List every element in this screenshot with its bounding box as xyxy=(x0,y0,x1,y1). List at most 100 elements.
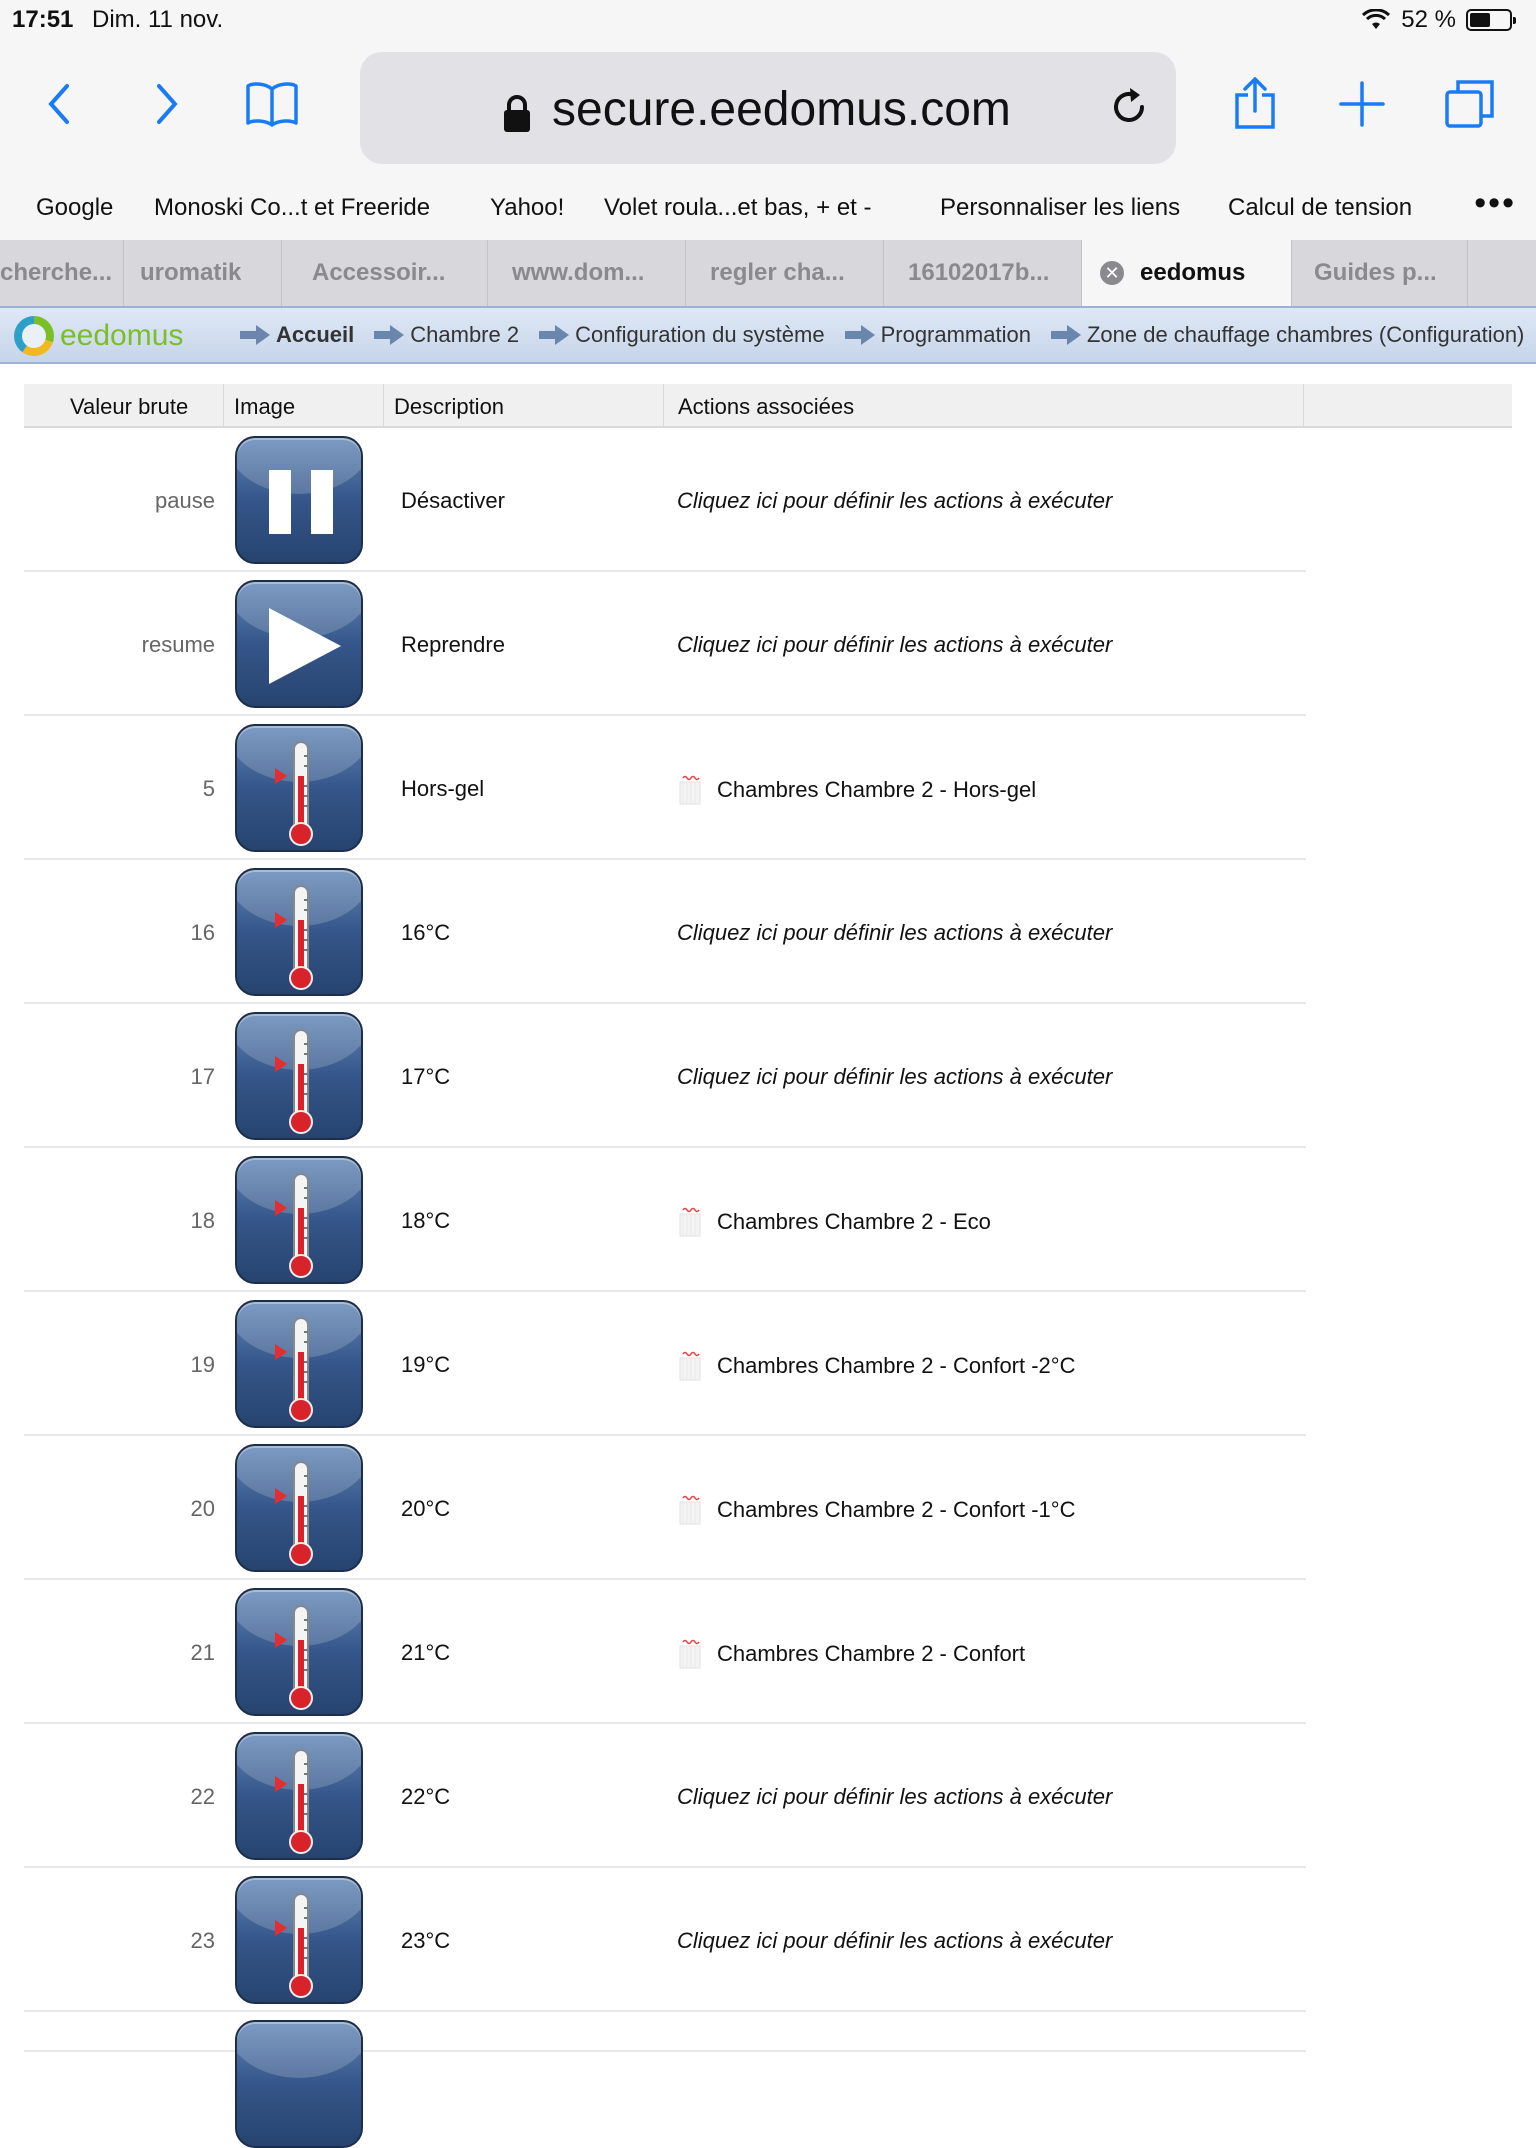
linked-action[interactable]: Chambres Chambre 2 - Hors-gel xyxy=(677,774,1306,806)
image-cell xyxy=(223,1004,383,1146)
eedomus-logo[interactable]: eedomus xyxy=(14,316,183,356)
tabs-overview-button[interactable] xyxy=(1440,74,1500,134)
raw-value: 21 xyxy=(190,1640,215,1665)
breadcrumb-accueil[interactable]: Accueil xyxy=(240,322,354,348)
table-row[interactable]: 23 23°C Cliquez ici pour définir les actio… xyxy=(24,1868,1306,2012)
column-valeur-brute: Valeur brute xyxy=(24,384,224,428)
tab-wwwdom[interactable]: www.dom... xyxy=(488,240,686,306)
status-right: 52 % xyxy=(1361,6,1516,34)
pause-icon[interactable] xyxy=(235,436,363,564)
breadcrumb-label: Chambre 2 xyxy=(410,322,520,347)
image-cell xyxy=(223,2012,383,2148)
breadcrumb-configuration[interactable]: Configuration du système xyxy=(539,322,825,348)
linked-action[interactable]: Chambres Chambre 2 - Confort -1°C xyxy=(677,1494,1306,1526)
bookmark-yahoo[interactable]: Yahoo! xyxy=(490,194,564,222)
tab-regler[interactable]: regler cha... xyxy=(686,240,884,306)
bookmarks-button[interactable] xyxy=(242,74,302,134)
define-actions-link[interactable]: Cliquez ici pour définir les actions à e… xyxy=(677,1784,1112,1809)
tab-recherche[interactable]: cherche... xyxy=(0,240,124,306)
define-actions-link[interactable]: Cliquez ici pour définir les actions à e… xyxy=(677,632,1112,657)
table-row[interactable]: 17 17°C Cliquez ici pour définir les actio… xyxy=(24,1004,1306,1148)
bookmark-personnaliser[interactable]: Personnaliser les liens xyxy=(940,194,1180,222)
forward-button[interactable] xyxy=(136,74,196,134)
description: 21°C xyxy=(401,1640,451,1665)
tab-accessoir[interactable]: Accessoir... xyxy=(282,240,488,306)
actions-cell[interactable]: Cliquez ici pour définir les actions à e… xyxy=(663,1724,1306,1866)
linked-action[interactable]: Chambres Chambre 2 - Eco xyxy=(677,1206,1306,1238)
tab-label: 16102017b... xyxy=(908,259,1050,286)
table-row[interactable]: 16 16°C Cliquez ici pour définir les actio… xyxy=(24,860,1306,1004)
bookmark-calcul[interactable]: Calcul de tension xyxy=(1228,194,1412,222)
define-actions-link[interactable]: Cliquez ici pour définir les actions à e… xyxy=(677,488,1112,513)
table-row[interactable]: resume Reprendre Cliquez ici pour définir … xyxy=(24,572,1306,716)
description: 22°C xyxy=(401,1784,451,1809)
actions-cell[interactable]: Chambres Chambre 2 - Hors-gel xyxy=(663,716,1306,858)
bookmark-volet[interactable]: Volet roula...et bas, + et - xyxy=(604,194,872,222)
image-cell xyxy=(223,1724,383,1866)
close-tab-icon[interactable]: ✕ xyxy=(1100,261,1124,285)
raw-value: 5 xyxy=(202,776,215,801)
thermometer-icon[interactable] xyxy=(235,2020,363,2148)
linked-action[interactable]: Chambres Chambre 2 - Confort -2°C xyxy=(677,1350,1306,1382)
thermometer-icon[interactable] xyxy=(235,1588,363,1716)
breadcrumb-chambre[interactable]: Chambre 2 xyxy=(374,322,519,348)
linked-action[interactable]: Chambres Chambre 2 - Confort xyxy=(677,1638,1306,1670)
actions-cell[interactable]: Chambres Chambre 2 - Eco xyxy=(663,1148,1306,1290)
table-row[interactable]: 19 19°C Chambres Chambre 2 - Confort -2°C xyxy=(24,1292,1306,1436)
tab-16102017[interactable]: 16102017b... xyxy=(884,240,1082,306)
thermometer-icon[interactable] xyxy=(235,724,363,852)
thermometer-icon[interactable] xyxy=(235,1156,363,1284)
define-actions-link[interactable]: Cliquez ici pour définir les actions à e… xyxy=(677,1928,1112,1953)
more-bookmarks-icon[interactable]: ••• xyxy=(1474,184,1516,223)
thermometer-icon[interactable] xyxy=(235,868,363,996)
status-time: 17:51 xyxy=(12,6,74,33)
thermometer-icon[interactable] xyxy=(235,1012,363,1140)
address-bar[interactable]: secure.eedomus.com xyxy=(360,52,1176,164)
raw-value: 18 xyxy=(190,1208,215,1233)
table-row[interactable]: 21 21°C Chambres Chambre 2 - Confort xyxy=(24,1580,1306,1724)
actions-cell[interactable]: Cliquez ici pour définir les actions à e… xyxy=(663,1004,1306,1146)
tab-guides[interactable]: Guides p... xyxy=(1292,240,1468,306)
actions-cell[interactable]: Cliquez ici pour définir les actions à e… xyxy=(663,428,1306,570)
new-tab-button[interactable] xyxy=(1332,74,1392,134)
thermometer-icon[interactable] xyxy=(235,1732,363,1860)
define-actions-link[interactable]: Cliquez ici pour définir les actions à e… xyxy=(677,1064,1112,1089)
breadcrumb-zone[interactable]: Zone de chauffage chambres (Configuratio… xyxy=(1050,322,1524,348)
back-button[interactable] xyxy=(30,74,90,134)
actions-cell[interactable]: Chambres Chambre 2 - Confort -2°C xyxy=(663,1292,1306,1434)
reload-icon[interactable] xyxy=(1104,82,1154,132)
define-actions-link[interactable]: Cliquez ici pour définir les actions à e… xyxy=(677,920,1112,945)
actions-cell[interactable]: Chambres Chambre 2 - Confort -1°C xyxy=(663,1436,1306,1578)
play-icon[interactable] xyxy=(235,580,363,708)
raw-value: 22 xyxy=(190,1784,215,1809)
share-button[interactable] xyxy=(1225,74,1285,134)
description: 16°C xyxy=(401,920,451,945)
table-row[interactable]: 22 22°C Cliquez ici pour définir les actio… xyxy=(24,1724,1306,1868)
thermometer-icon[interactable] xyxy=(235,1444,363,1572)
thermometer-icon[interactable] xyxy=(235,1876,363,2004)
description: 17°C xyxy=(401,1064,451,1089)
tab-eedomus[interactable]: ✕ eedomus xyxy=(1082,240,1292,306)
breadcrumb-programmation[interactable]: Programmation xyxy=(844,322,1031,348)
table-header: Valeur brute Image Description Actions a… xyxy=(24,384,1512,428)
image-cell xyxy=(223,1868,383,2010)
table-row[interactable]: 18 18°C Chambres Chambre 2 - Eco xyxy=(24,1148,1306,1292)
table-row[interactable]: 20 20°C Chambres Chambre 2 - Confort -1°C xyxy=(24,1436,1306,1580)
raw-value: 19 xyxy=(190,1352,215,1377)
breadcrumb: Accueil Chambre 2 Configuration du systè… xyxy=(240,322,1536,348)
bookmark-google[interactable]: Google xyxy=(36,194,113,222)
actions-cell[interactable]: Cliquez ici pour définir les actions à e… xyxy=(663,572,1306,714)
status-date: Dim. 11 nov. xyxy=(92,6,224,33)
table-row[interactable]: pause Désactiver Cliquez ici pour définir … xyxy=(24,428,1306,572)
bookmark-monoski[interactable]: Monoski Co...t et Freeride xyxy=(154,194,430,222)
battery-percent: 52 % xyxy=(1401,6,1456,33)
table-row[interactable]: 5 Hors-gel Chambres Chambre 2 - Hors-gel xyxy=(24,716,1306,860)
actions-cell[interactable]: Cliquez ici pour définir les actions à e… xyxy=(663,860,1306,1002)
tab-partial[interactable] xyxy=(1468,240,1536,306)
actions-cell[interactable]: Chambres Chambre 2 - Confort xyxy=(663,1580,1306,1722)
table-row[interactable] xyxy=(24,2012,1306,2148)
description: Désactiver xyxy=(401,488,505,513)
tab-uromatik[interactable]: uromatik xyxy=(124,240,282,306)
thermometer-icon[interactable] xyxy=(235,1300,363,1428)
actions-cell[interactable]: Cliquez ici pour définir les actions à e… xyxy=(663,1868,1306,2010)
